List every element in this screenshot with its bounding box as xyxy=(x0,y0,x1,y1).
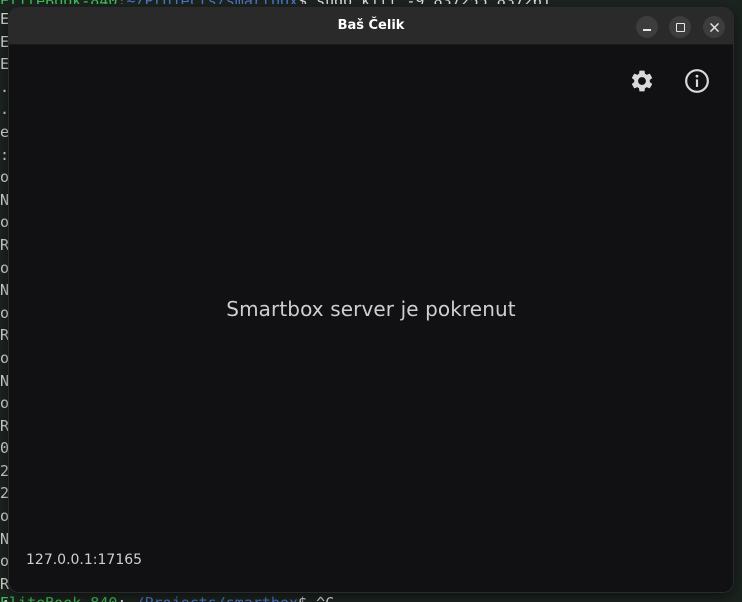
info-button[interactable] xyxy=(683,67,711,95)
settings-button[interactable] xyxy=(628,67,656,95)
app-window: Baš Čelik Smartbox server je pokrenut 12… xyxy=(9,8,733,592)
terminal-top-line: EliteBook-840:~/Projects/smartbox$ sudo … xyxy=(0,0,742,4)
close-icon xyxy=(709,22,719,32)
minimize-icon xyxy=(643,29,651,31)
main-content: Smartbox server je pokrenut 127.0.0.1:17… xyxy=(9,45,733,592)
server-address: 127.0.0.1:17165 xyxy=(26,552,143,568)
maximize-icon xyxy=(675,22,685,32)
maximize-button[interactable] xyxy=(669,16,691,38)
terminal-bottom-line: EliteBook-840:~/Projects/smartbox$ ^C xyxy=(0,596,742,602)
server-status-text: Smartbox server je pokrenut xyxy=(226,297,516,321)
title-bar[interactable]: Baš Čelik xyxy=(9,8,733,45)
close-button[interactable] xyxy=(703,16,725,38)
info-icon xyxy=(685,69,709,93)
gear-icon xyxy=(631,70,653,92)
window-title: Baš Čelik xyxy=(337,18,405,33)
minimize-button[interactable] xyxy=(636,16,658,38)
